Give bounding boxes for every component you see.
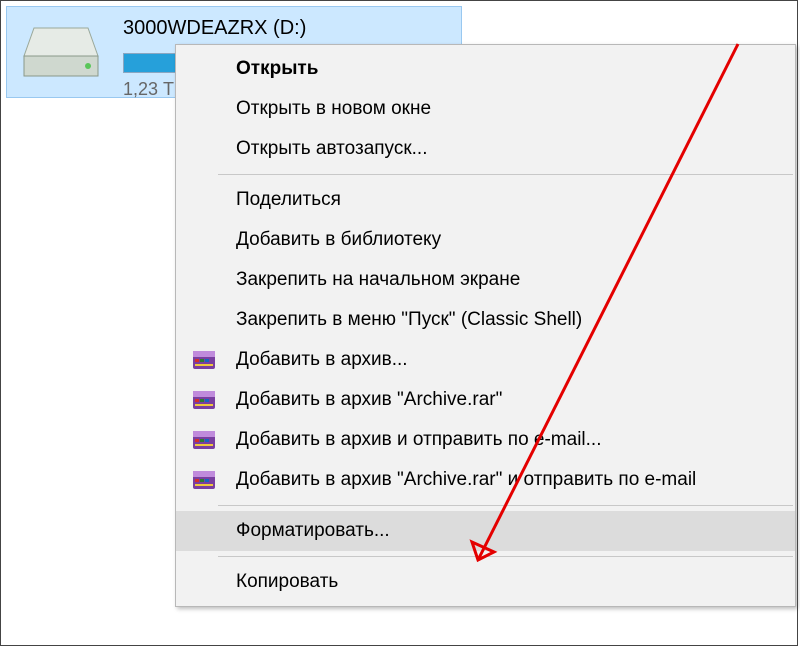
rar-icon bbox=[188, 344, 220, 376]
menu-copy[interactable]: Копировать bbox=[176, 562, 795, 602]
menu-add-library[interactable]: Добавить в библиотеку bbox=[176, 220, 795, 260]
menu-pin-start[interactable]: Закрепить на начальном экране bbox=[176, 260, 795, 300]
drive-sublabel: 1,23 Т bbox=[123, 79, 174, 100]
rar-icon bbox=[188, 384, 220, 416]
menu-format[interactable]: Форматировать... bbox=[176, 511, 795, 551]
menu-open-new-window[interactable]: Открыть в новом окне bbox=[176, 89, 795, 129]
context-menu: Открыть Открыть в новом окне Открыть авт… bbox=[175, 44, 796, 607]
menu-share[interactable]: Поделиться bbox=[176, 180, 795, 220]
menu-separator bbox=[218, 505, 793, 506]
drive-icon bbox=[13, 13, 109, 93]
rar-icon bbox=[188, 424, 220, 456]
menu-pin-classic-shell[interactable]: Закрепить в меню "Пуск" (Classic Shell) bbox=[176, 300, 795, 340]
menu-rar-add-named[interactable]: Добавить в архив "Archive.rar" bbox=[176, 380, 795, 420]
menu-rar-named-email[interactable]: Добавить в архив "Archive.rar" и отправи… bbox=[176, 460, 795, 500]
menu-separator bbox=[218, 174, 793, 175]
menu-separator bbox=[218, 556, 793, 557]
menu-open[interactable]: Открыть bbox=[176, 49, 795, 89]
rar-icon bbox=[188, 464, 220, 496]
menu-rar-email[interactable]: Добавить в архив и отправить по e-mail..… bbox=[176, 420, 795, 460]
menu-open-autorun[interactable]: Открыть автозапуск... bbox=[176, 129, 795, 169]
drive-label: 3000WDEAZRX (D:) bbox=[123, 17, 306, 40]
menu-rar-add[interactable]: Добавить в архив... bbox=[176, 340, 795, 380]
